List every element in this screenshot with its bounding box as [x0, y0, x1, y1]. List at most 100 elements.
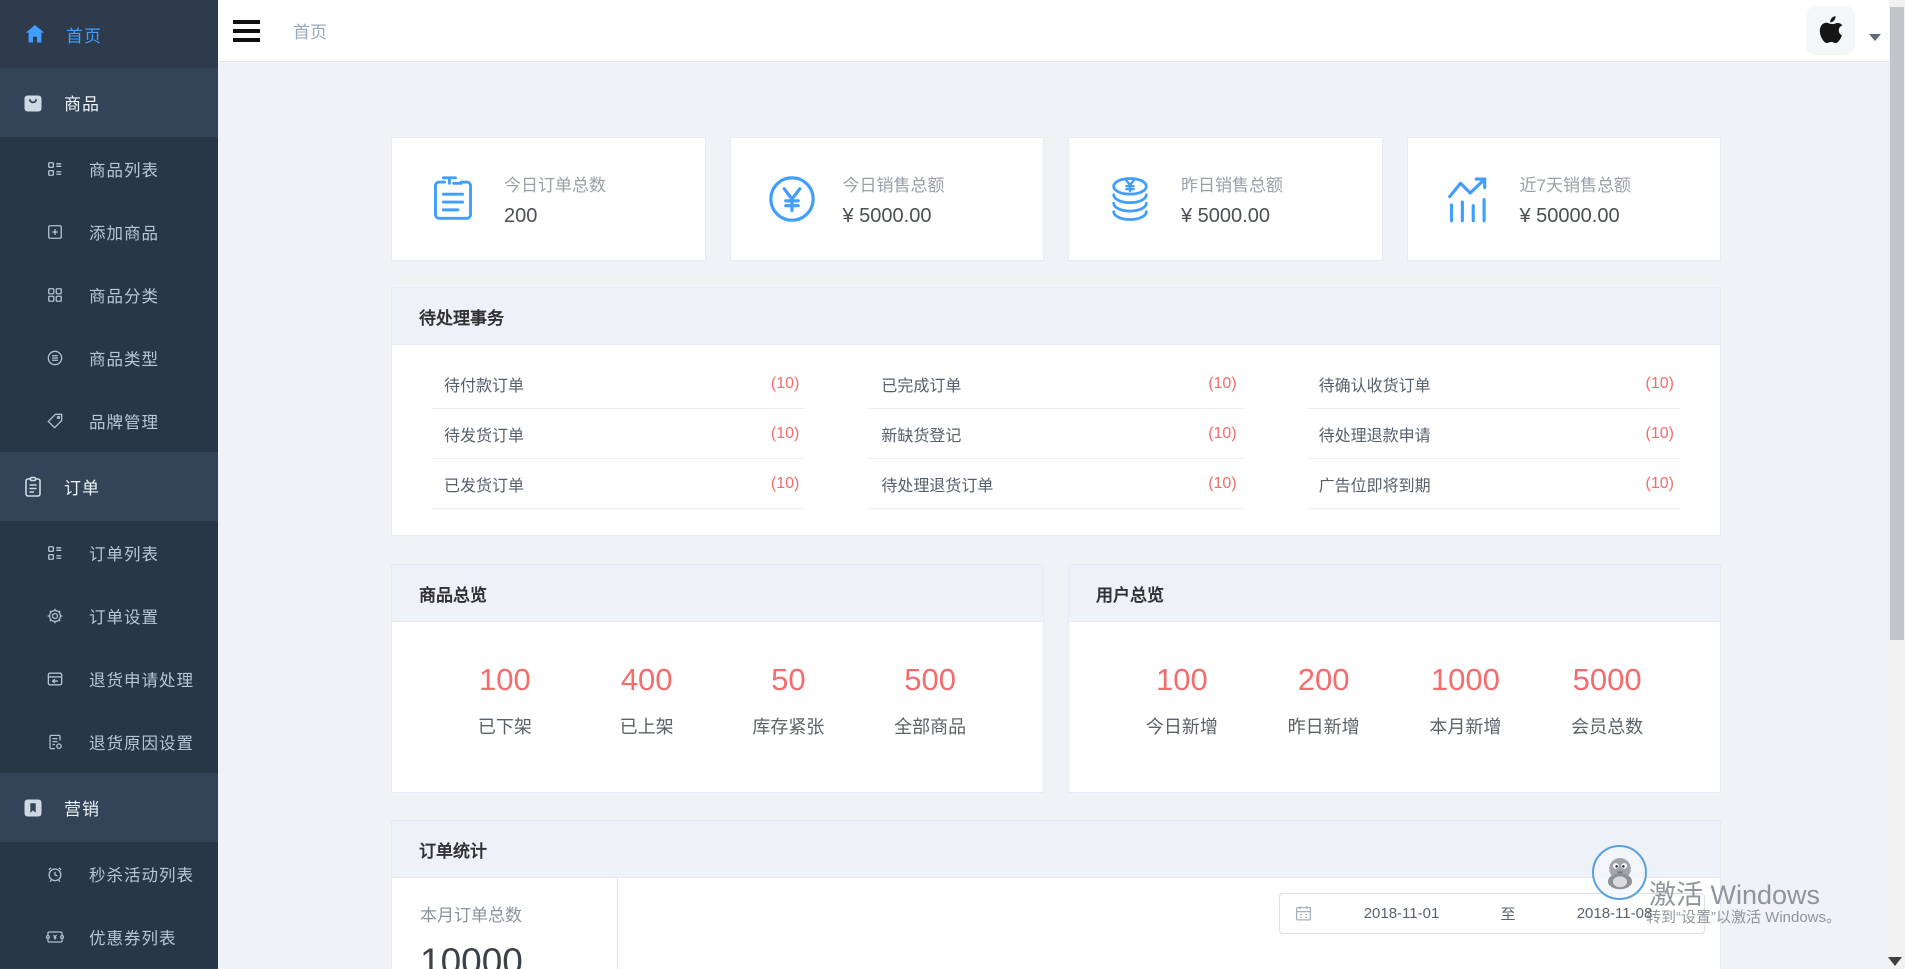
sidebar-item-flash-sale[interactable]: 秒杀活动列表: [0, 842, 218, 905]
sidebar-item-label: 商品分类: [89, 283, 159, 307]
stat-card-yesterday-sales: 昨日销售总额 ¥ 5000.00: [1068, 137, 1383, 261]
order-list-icon: [44, 542, 65, 563]
sidebar-item-label: 品牌管理: [89, 409, 159, 433]
return-apply-icon: [44, 668, 65, 689]
sidebar-item-return-apply[interactable]: 退货申请处理: [0, 647, 218, 710]
todo-count: (10): [771, 475, 799, 493]
panel-title: 待处理事务: [392, 288, 1720, 345]
todo-count: (10): [1646, 375, 1674, 393]
overview-stat: 500全部商品: [859, 662, 1001, 739]
todo-item[interactable]: 待发货订单(10): [432, 409, 805, 459]
corner-caret-down-icon: [1888, 957, 1902, 966]
order-stats-metric: 本月订单总数 10000: [392, 878, 618, 969]
scrollbar-track[interactable]: [1889, 0, 1905, 969]
sidebar-item-label: 优惠券列表: [89, 925, 177, 949]
stat-card-value: ¥ 5000.00: [1181, 205, 1283, 228]
todo-item[interactable]: 已发货订单(10): [432, 459, 805, 509]
todo-grid: 待付款订单(10) 已完成订单(10) 待确认收货订单(10) 待发货订单(10…: [392, 345, 1720, 535]
order-stats-panel: 订单统计 本月订单总数 10000 2018-11-01 至 2018-11-0…: [391, 820, 1721, 969]
overview-stat: 50库存紧张: [718, 662, 860, 739]
todo-item[interactable]: 待处理退款申请(10): [1307, 409, 1680, 459]
stat-card-label: 近7天销售总额: [1520, 171, 1631, 196]
sidebar-item-order-setting[interactable]: 订单设置: [0, 584, 218, 647]
stat-card-value: 200: [504, 205, 606, 228]
sidebar-item-order-list[interactable]: 订单列表: [0, 521, 218, 584]
sidebar-group-marketing[interactable]: 营销: [0, 773, 218, 842]
stat-card-value: ¥ 50000.00: [1520, 205, 1631, 228]
sidebar-item-label: 退货原因设置: [89, 730, 194, 754]
stat-card-week-sales: 近7天销售总额 ¥ 50000.00: [1407, 137, 1722, 261]
overview-stat: 200昨日新增: [1253, 662, 1395, 739]
avatar[interactable]: [1806, 6, 1855, 55]
todo-item[interactable]: 已完成订单(10): [869, 359, 1242, 409]
date-range-picker[interactable]: 2018-11-01 至 2018-11-08: [1279, 893, 1705, 934]
sidebar-item-add-goods[interactable]: 添加商品: [0, 200, 218, 263]
todo-item[interactable]: 待付款订单(10): [432, 359, 805, 409]
sidebar-group-goods[interactable]: 商品: [0, 68, 218, 137]
qq-penguin-icon[interactable]: [1592, 845, 1647, 900]
sidebar-item-home[interactable]: 首页: [0, 0, 218, 68]
todo-item[interactable]: 待处理退货订单(10): [869, 459, 1242, 509]
sidebar-item-label: 订单列表: [89, 541, 159, 565]
sidebar-group-label: 订单: [64, 474, 100, 499]
stat-card-today-orders: 今日订单总数 200: [391, 137, 706, 261]
stat-card-label: 今日销售总额: [843, 171, 945, 196]
calendar-icon: [1295, 905, 1312, 922]
order-clipboard-icon: [20, 474, 46, 500]
date-separator: 至: [1491, 903, 1525, 924]
todo-count: (10): [1646, 425, 1674, 443]
sidebar-group-label: 营销: [64, 795, 100, 820]
stat-cards-row: 今日订单总数 200 今日销售总额 ¥ 5000.00: [391, 137, 1721, 261]
todo-item[interactable]: 待确认收货订单(10): [1307, 359, 1680, 409]
goods-overview-panel: 商品总览 100已下架 400已上架 50库存紧张 500全部商品: [391, 564, 1044, 793]
trend-chart-icon: [1440, 170, 1498, 228]
date-start-input[interactable]: 2018-11-01: [1312, 905, 1491, 922]
breadcrumb[interactable]: 首页: [293, 18, 327, 43]
panel-title: 商品总览: [392, 565, 1043, 622]
todo-item[interactable]: 新缺货登记(10): [869, 409, 1242, 459]
order-count-clipboard-icon: [424, 170, 482, 228]
sidebar-item-goods-list[interactable]: 商品列表: [0, 137, 218, 200]
todo-count: (10): [1208, 375, 1236, 393]
sidebar-item-brand[interactable]: 品牌管理: [0, 389, 218, 452]
coupon-ticket-icon: [44, 926, 65, 947]
overview-stat: 5000会员总数: [1536, 662, 1678, 739]
user-overview-panel: 用户总览 100今日新增 200昨日新增 1000本月新增 5000会员总数: [1068, 564, 1721, 793]
todo-count: (10): [1208, 425, 1236, 443]
stat-card-label: 昨日销售总额: [1181, 171, 1283, 196]
todo-panel: 待处理事务 待付款订单(10) 已完成订单(10) 待确认收货订单(10) 待发…: [391, 287, 1721, 536]
sidebar-item-label: 退货申请处理: [89, 667, 194, 691]
chevron-down-icon[interactable]: [1869, 34, 1881, 41]
sidebar-item-label: 秒杀活动列表: [89, 862, 194, 886]
overview-stat: 100今日新增: [1111, 662, 1253, 739]
scrollbar-thumb[interactable]: [1890, 7, 1904, 640]
panel-title: 用户总览: [1069, 565, 1720, 622]
sidebar-group-label: 商品: [64, 90, 100, 115]
stat-card-label: 今日订单总数: [504, 171, 606, 196]
topbar: 首页: [218, 0, 1905, 62]
todo-count: (10): [771, 375, 799, 393]
return-reason-icon: [44, 731, 65, 752]
sidebar-item-goods-category[interactable]: 商品分类: [0, 263, 218, 326]
sidebar-item-goods-type[interactable]: 商品类型: [0, 326, 218, 389]
goods-list-icon: [44, 158, 65, 179]
sidebar-item-coupon-list[interactable]: 优惠券列表: [0, 905, 218, 968]
sidebar-item-return-reason[interactable]: 退货原因设置: [0, 710, 218, 773]
stat-card-value: ¥ 5000.00: [843, 205, 945, 228]
yen-circle-icon: [763, 170, 821, 228]
goods-bag-icon: [20, 90, 46, 116]
goods-type-icon: [44, 347, 65, 368]
hamburger-menu-icon[interactable]: [233, 20, 260, 42]
sidebar-item-label: 订单设置: [89, 604, 159, 628]
overview-stat: 1000本月新增: [1395, 662, 1537, 739]
overview-stat: 400已上架: [576, 662, 718, 739]
sidebar-item-label: 添加商品: [89, 220, 159, 244]
todo-count: (10): [771, 425, 799, 443]
sidebar-item-label: 商品类型: [89, 346, 159, 370]
todo-item[interactable]: 广告位即将到期(10): [1307, 459, 1680, 509]
sidebar: 首页 商品 商品列表 添加商品 商品分类: [0, 0, 218, 969]
sidebar-group-orders[interactable]: 订单: [0, 452, 218, 521]
flash-sale-clock-icon: [44, 863, 65, 884]
windows-activation-watermark-line2: 转到“设置”以激活 Windows。: [1646, 906, 1841, 927]
todo-count: (10): [1646, 475, 1674, 493]
